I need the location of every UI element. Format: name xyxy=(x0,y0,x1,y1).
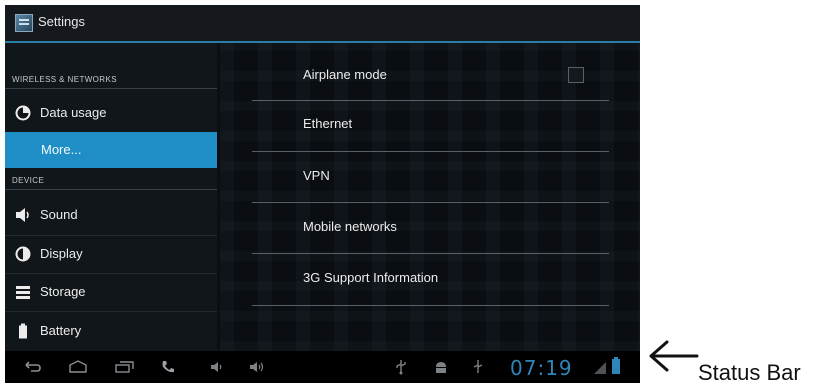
sidebar-item-label: Battery xyxy=(40,323,82,338)
usb-connected-icon xyxy=(473,360,483,373)
app-title: Settings xyxy=(38,14,85,29)
android-debug-icon xyxy=(436,362,446,373)
usb-icon xyxy=(396,360,406,375)
phone-icon[interactable] xyxy=(160,359,176,375)
volume-down-icon[interactable] xyxy=(209,359,225,375)
battery-icon xyxy=(19,323,27,339)
display-icon xyxy=(15,246,31,262)
storage-icon xyxy=(16,286,30,299)
row-label: VPN xyxy=(303,168,330,183)
row-label: Ethernet xyxy=(303,116,353,131)
sidebar-item-display[interactable]: Display xyxy=(5,236,217,272)
section-divider xyxy=(5,189,217,190)
arrow-left-icon xyxy=(649,340,699,372)
section-header-wireless: WIRELESS & NETWORKS xyxy=(12,75,117,84)
list-divider xyxy=(5,311,217,312)
list-divider xyxy=(252,305,609,306)
row-label: Mobile networks xyxy=(303,219,397,234)
airplane-mode-checkbox[interactable] xyxy=(568,67,584,83)
clock: 07:19 xyxy=(510,356,573,380)
status-bar-annotation: Status Bar xyxy=(698,360,801,385)
home-icon[interactable] xyxy=(67,359,89,375)
ethernet-row[interactable]: Ethernet xyxy=(250,101,610,149)
3g-support-information-row[interactable]: 3G Support Information xyxy=(250,255,610,303)
recent-apps-icon[interactable] xyxy=(114,359,136,375)
sidebar-item-battery[interactable]: Battery xyxy=(5,313,217,349)
sidebar-item-label: Display xyxy=(40,246,83,261)
section-divider xyxy=(5,88,217,89)
battery-status-icon xyxy=(612,357,620,374)
settings-detail-pane: Airplane mode Ethernet VPN Mobile networ… xyxy=(220,43,640,351)
row-label: Airplane mode xyxy=(303,67,387,82)
vpn-row[interactable]: VPN xyxy=(250,153,610,201)
sidebar-item-storage[interactable]: Storage xyxy=(5,274,217,310)
sidebar-item-label: Storage xyxy=(40,284,86,299)
settings-app-icon[interactable] xyxy=(15,14,33,32)
list-divider xyxy=(252,151,609,152)
tablet-screen: Settings WIRELESS & NETWORKS Data usage … xyxy=(5,5,640,383)
mobile-networks-row[interactable]: Mobile networks xyxy=(250,204,610,252)
speaker-icon xyxy=(16,208,29,222)
row-label: 3G Support Information xyxy=(303,270,439,285)
sidebar-item-label: Data usage xyxy=(40,105,107,120)
sidebar-item-label: Sound xyxy=(40,207,78,222)
action-bar: Settings xyxy=(5,5,640,43)
data-usage-icon xyxy=(15,105,31,121)
back-icon[interactable] xyxy=(23,359,43,375)
volume-up-icon[interactable] xyxy=(248,359,268,375)
sidebar-item-data-usage[interactable]: Data usage xyxy=(5,95,217,131)
airplane-mode-row[interactable]: Airplane mode xyxy=(250,52,610,100)
section-header-device: DEVICE xyxy=(12,176,45,185)
sidebar-item-more[interactable]: More... xyxy=(5,132,217,168)
settings-sidebar: WIRELESS & NETWORKS Data usage More... D… xyxy=(5,43,217,351)
signal-icon xyxy=(594,362,606,374)
sidebar-item-label: More... xyxy=(41,142,82,157)
list-divider xyxy=(252,253,609,254)
system-bar: 07:19 xyxy=(5,351,640,383)
list-divider xyxy=(252,202,609,203)
sidebar-item-sound[interactable]: Sound xyxy=(5,197,217,233)
